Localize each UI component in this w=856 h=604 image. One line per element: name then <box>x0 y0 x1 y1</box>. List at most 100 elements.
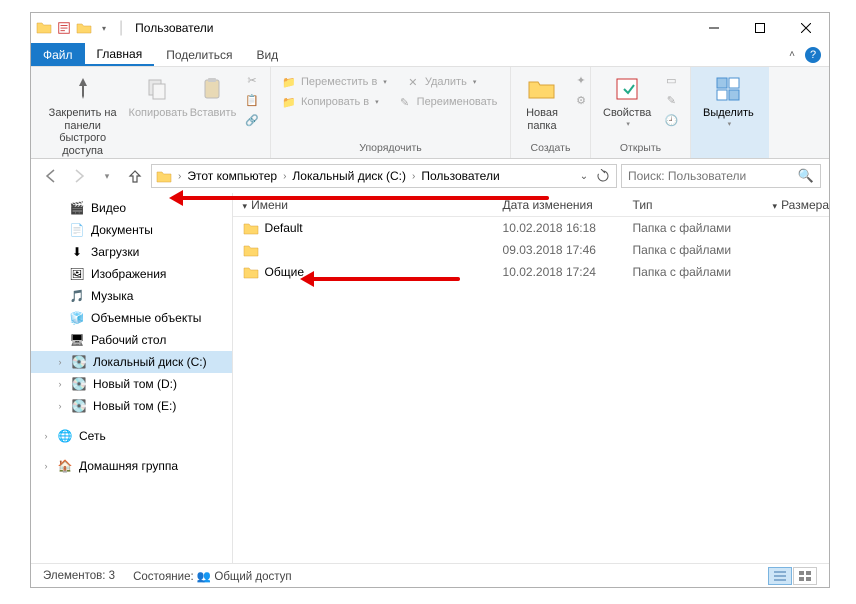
window-controls <box>691 13 829 43</box>
annotation-arrow-2 <box>310 277 460 281</box>
expand-icon[interactable]: › <box>55 379 65 389</box>
video-icon: 🎬 <box>69 200 85 216</box>
cut-button[interactable]: ✂ <box>240 71 264 89</box>
paste-shortcut-button[interactable]: 🔗 <box>240 111 264 129</box>
nav-up-button[interactable] <box>123 164 147 188</box>
folder-icon <box>243 266 259 279</box>
tab-share[interactable]: Поделиться <box>154 43 244 66</box>
ribbon-group-new: Новая папка ✦ ⚙ Создать <box>511 67 591 158</box>
status-bar: Элементов: 3 Состояние: 👥 Общий доступ <box>31 563 829 587</box>
qat-dropdown-icon[interactable]: ▾ <box>95 19 113 37</box>
nav-network[interactable]: ›🌐Сеть <box>31 425 232 447</box>
search-input[interactable] <box>628 169 798 183</box>
qat-properties-icon[interactable] <box>55 19 73 37</box>
tab-home[interactable]: Главная <box>85 43 155 66</box>
delete-icon: ✕ <box>405 74 421 90</box>
nav-desktop[interactable]: 🖥Рабочий стол <box>31 329 232 351</box>
history-button[interactable]: 🕘 <box>659 111 683 129</box>
search-icon[interactable]: 🔍 <box>798 168 814 184</box>
expand-icon[interactable]: › <box>41 431 51 441</box>
expand-icon[interactable]: › <box>55 357 65 367</box>
chevron-right-icon[interactable]: › <box>408 171 419 182</box>
breadcrumb-item-2[interactable]: Пользователи <box>419 169 501 183</box>
expand-icon[interactable]: › <box>41 461 51 471</box>
ribbon-tabs: Файл Главная Поделиться Вид ˄ ? <box>31 43 829 67</box>
copy-button[interactable]: Копировать <box>130 69 186 120</box>
delete-button[interactable]: ✕Удалить▾ <box>401 73 481 91</box>
open-button[interactable]: ▭ <box>659 71 683 89</box>
edit-button[interactable]: ✎ <box>659 91 683 109</box>
col-header-size[interactable]: ▾Размера <box>763 198 829 212</box>
shortcut-icon: 🔗 <box>244 112 260 128</box>
rename-button[interactable]: ✎Переименовать <box>393 93 502 111</box>
3d-icon: 🧊 <box>69 310 85 326</box>
file-row[interactable]: Default 10.02.2018 16:18 Папка с файлами <box>233 217 829 239</box>
annotation-arrowhead-2 <box>300 271 314 287</box>
new-item-button[interactable]: ✦ <box>569 71 593 89</box>
file-list[interactable]: Default 10.02.2018 16:18 Папка с файлами… <box>233 217 829 563</box>
copy-to-button[interactable]: 📁Копировать в▾ <box>277 93 383 111</box>
help-icon[interactable]: ? <box>805 47 821 63</box>
breadcrumb-item-1[interactable]: Локальный диск (C:) <box>290 169 408 183</box>
nav-disk-c[interactable]: ›💽Локальный диск (C:) <box>31 351 232 373</box>
properties-icon <box>611 73 643 105</box>
pin-quick-access-button[interactable]: Закрепить на панели быстрого доступа <box>37 69 128 158</box>
close-button[interactable] <box>783 13 829 43</box>
homegroup-icon: 🏠 <box>57 458 73 474</box>
status-item-count: Элементов: 3 <box>43 570 115 582</box>
new-folder-button[interactable]: Новая папка <box>517 69 567 132</box>
sharing-icon: 👥 <box>197 571 211 583</box>
nav-disk-e[interactable]: ›💽Новый том (E:) <box>31 395 232 417</box>
breadcrumb[interactable]: › Этот компьютер › Локальный диск (C:) ›… <box>151 164 617 188</box>
refresh-button[interactable] <box>592 165 614 187</box>
annotation-arrow-1 <box>179 196 549 200</box>
ribbon-group-organize: 📁Переместить в▾ ✕Удалить▾ 📁Копировать в▾… <box>271 67 511 158</box>
search-box[interactable]: 🔍 <box>621 164 821 188</box>
nav-3d-objects[interactable]: 🧊Объемные объекты <box>31 307 232 329</box>
chevron-right-icon[interactable]: › <box>279 171 290 182</box>
collapse-ribbon-icon[interactable]: ˄ <box>789 49 795 60</box>
properties-button[interactable]: Свойства ▾ <box>597 69 657 128</box>
folder-icon <box>243 244 259 257</box>
pin-icon <box>67 73 99 105</box>
select-button[interactable]: Выделить ▾ <box>697 69 760 128</box>
expand-icon[interactable]: › <box>55 401 65 411</box>
copy-path-button[interactable]: 📋 <box>240 91 264 109</box>
move-to-button[interactable]: 📁Переместить в▾ <box>277 73 391 91</box>
col-header-type[interactable]: Тип <box>623 198 763 212</box>
nav-forward-button[interactable] <box>67 164 91 188</box>
address-bar: ▾ › Этот компьютер › Локальный диск (C:)… <box>31 159 829 193</box>
maximize-button[interactable] <box>737 13 783 43</box>
nav-documents[interactable]: 📄Документы <box>31 219 232 241</box>
nav-recent-button[interactable]: ▾ <box>95 164 119 188</box>
view-icons-button[interactable] <box>793 567 817 585</box>
view-details-button[interactable] <box>768 567 792 585</box>
folder-icon <box>35 19 53 37</box>
annotation-arrowhead-1 <box>169 190 183 206</box>
breadcrumb-dropdown[interactable]: ⌄ <box>576 171 592 182</box>
easy-access-button[interactable]: ⚙ <box>569 91 593 109</box>
tab-file[interactable]: Файл <box>31 43 85 66</box>
nav-pictures[interactable]: 🖼Изображения <box>31 263 232 285</box>
breadcrumb-item-0[interactable]: Этот компьютер <box>185 169 279 183</box>
paste-button[interactable]: Вставить <box>188 69 238 120</box>
chevron-right-icon[interactable]: › <box>174 171 185 182</box>
minimize-button[interactable] <box>691 13 737 43</box>
nav-downloads[interactable]: ⬇Загрузки <box>31 241 232 263</box>
title-bar: ▾ | Пользователи <box>31 13 829 43</box>
ribbon: Закрепить на панели быстрого доступа Коп… <box>31 67 829 159</box>
nav-music[interactable]: 🎵Музыка <box>31 285 232 307</box>
navigation-pane[interactable]: 🎬Видео 📄Документы ⬇Загрузки 🖼Изображения… <box>31 193 233 563</box>
network-icon: 🌐 <box>57 428 73 444</box>
tab-view[interactable]: Вид <box>244 43 290 66</box>
nav-disk-d[interactable]: ›💽Новый том (D:) <box>31 373 232 395</box>
nav-back-button[interactable] <box>39 164 63 188</box>
qat-newfolder-icon[interactable] <box>75 19 93 37</box>
breadcrumb-root-icon[interactable] <box>154 170 174 183</box>
nav-videos[interactable]: 🎬Видео <box>31 197 232 219</box>
file-row[interactable]: 09.03.2018 17:46 Папка с файлами <box>233 239 829 261</box>
document-icon: 📄 <box>69 222 85 238</box>
nav-homegroup[interactable]: ›🏠Домашняя группа <box>31 455 232 477</box>
ribbon-group-open: Свойства ▾ ▭ ✎ 🕘 Открыть <box>591 67 691 158</box>
easy-access-icon: ⚙ <box>573 92 589 108</box>
